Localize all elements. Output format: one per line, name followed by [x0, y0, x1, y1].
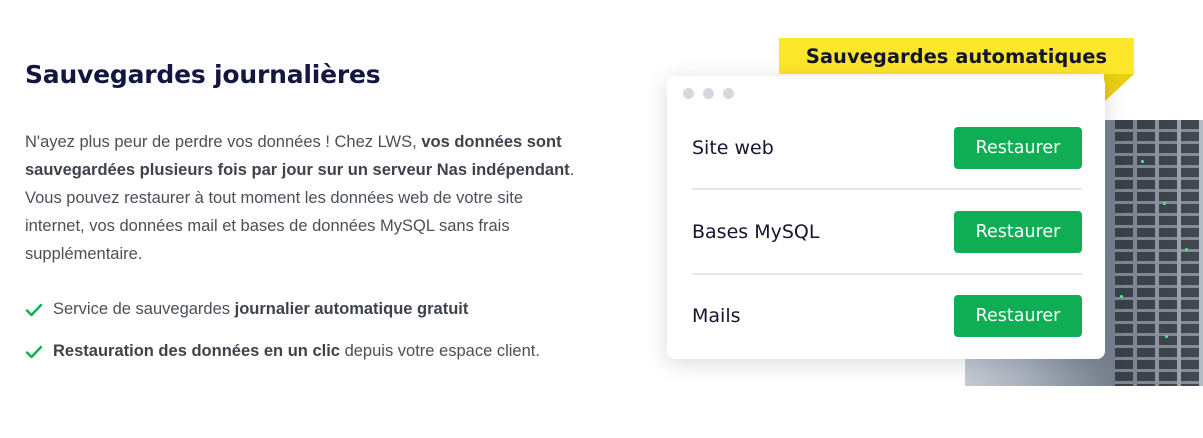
divider [692, 273, 1082, 275]
restore-row-site-web: Site web Restaurer [692, 123, 1082, 173]
feature-text: Restauration des données en un clic depu… [53, 342, 540, 360]
row-label: Mails [692, 305, 741, 327]
restore-mysql-button[interactable]: Restaurer [954, 211, 1082, 253]
row-label: Site web [692, 137, 774, 159]
feature-item-one-click-restore: Restauration des données en un clic depu… [25, 342, 540, 361]
restore-window: Site web Restaurer Bases MySQL Restaurer… [667, 76, 1105, 359]
restore-row-mysql: Bases MySQL Restaurer [692, 207, 1082, 257]
section-description: N'ayez plus peur de perdre vos données !… [25, 128, 575, 268]
ribbon-fold [1104, 74, 1134, 102]
restore-mails-button[interactable]: Restaurer [954, 295, 1082, 337]
check-icon [25, 345, 43, 358]
divider [692, 188, 1082, 190]
row-label: Bases MySQL [692, 221, 820, 243]
feature-item-daily-backup: Service de sauvegardes journalier automa… [25, 300, 468, 319]
check-icon [25, 303, 43, 316]
section-title: Sauvegardes journalières [25, 60, 381, 89]
window-dots-icon [683, 88, 734, 99]
auto-backup-ribbon: Sauvegardes automatiques [779, 38, 1134, 74]
feature-text: Service de sauvegardes journalier automa… [53, 300, 469, 318]
restore-row-mails: Mails Restaurer [692, 291, 1082, 341]
restore-site-web-button[interactable]: Restaurer [954, 127, 1082, 169]
description-text: N'ayez plus peur de perdre vos données !… [25, 133, 422, 151]
